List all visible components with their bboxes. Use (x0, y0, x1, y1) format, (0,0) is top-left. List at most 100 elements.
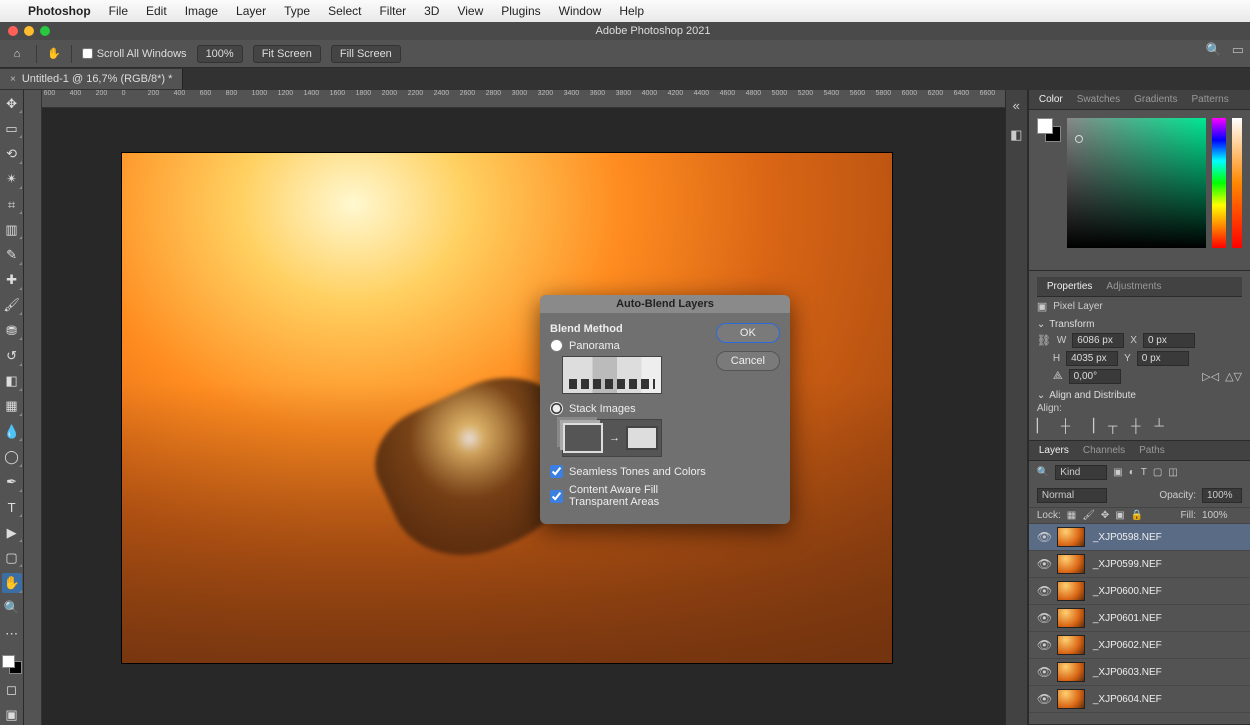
lock-brush-icon[interactable]: 🖌 (1082, 510, 1095, 521)
menu-edit[interactable]: Edit (146, 4, 167, 18)
dodge-tool[interactable]: ◯ (2, 447, 22, 466)
visibility-eye-icon[interactable]: 👁 (1037, 530, 1049, 544)
seamless-checkbox[interactable]: Seamless Tones and Colors (550, 465, 708, 478)
menu-layer[interactable]: Layer (236, 4, 266, 18)
menu-select[interactable]: Select (328, 4, 361, 18)
y-field[interactable]: 0 px (1137, 351, 1189, 366)
canvas-area[interactable]: 6004002000200400600800100012001400160018… (42, 90, 1005, 725)
layer-row[interactable]: 👁_XJP0598.NEF (1029, 524, 1250, 551)
traffic-close[interactable] (8, 26, 18, 36)
x-field[interactable]: 0 px (1143, 333, 1195, 348)
layer-row[interactable]: 👁_XJP0604.NEF (1029, 686, 1250, 713)
menu-plugins[interactable]: Plugins (501, 4, 540, 18)
layer-row[interactable]: 👁_XJP0601.NEF (1029, 605, 1250, 632)
align-right-icon[interactable]: ▕ (1084, 418, 1094, 434)
search-icon[interactable]: 🔍 (1206, 42, 1222, 58)
screenmode-icon[interactable]: ▣ (2, 706, 22, 725)
app-menu[interactable]: Photoshop (28, 4, 91, 18)
menu-filter[interactable]: Filter (379, 4, 406, 18)
visibility-eye-icon[interactable]: 👁 (1037, 638, 1049, 652)
tab-layers[interactable]: Layers (1039, 445, 1069, 456)
lock-position-icon[interactable]: ✥ (1101, 510, 1109, 521)
fill-field[interactable]: 100% (1202, 510, 1242, 521)
move-tool[interactable]: ✥ (2, 94, 22, 113)
cancel-button[interactable]: Cancel (716, 351, 780, 371)
visibility-eye-icon[interactable]: 👁 (1037, 692, 1049, 706)
gradient-tool[interactable]: ▦ (2, 397, 22, 416)
visibility-eye-icon[interactable]: 👁 (1037, 611, 1049, 625)
pen-tool[interactable]: ✒ (2, 473, 22, 492)
align-top-icon[interactable]: ┬ (1108, 418, 1117, 434)
edit-toolbar[interactable]: ⋯ (2, 624, 22, 643)
fg-bg-colors[interactable] (2, 655, 22, 674)
panel-icon[interactable]: ◧ (1010, 127, 1022, 143)
flip-v-icon[interactable]: △▽ (1225, 370, 1242, 383)
layer-row[interactable]: 👁_XJP0602.NEF (1029, 632, 1250, 659)
menu-file[interactable]: File (109, 4, 128, 18)
shape-tool[interactable]: ▢ (2, 548, 22, 567)
menu-image[interactable]: Image (185, 4, 218, 18)
layer-row[interactable]: 👁_XJP0600.NEF (1029, 578, 1250, 605)
layer-row[interactable]: 👁_XJP0603.NEF (1029, 659, 1250, 686)
content-aware-checkbox[interactable]: Content Aware Fill Transparent Areas (550, 484, 708, 508)
color-ramp[interactable] (1232, 118, 1242, 248)
filter-type-icon[interactable]: T (1141, 467, 1147, 478)
tab-adjustments[interactable]: Adjustments (1106, 281, 1161, 292)
align-bottom-icon[interactable]: ┴ (1155, 418, 1164, 434)
filter-shape-icon[interactable]: ▢ (1153, 467, 1162, 478)
layer-kind-select[interactable]: Kind (1055, 465, 1107, 480)
tab-swatches[interactable]: Swatches (1077, 94, 1120, 105)
traffic-max[interactable] (40, 26, 50, 36)
frame-tool[interactable]: ▥ (2, 220, 22, 239)
filter-pixel-icon[interactable]: ▣ (1113, 467, 1122, 478)
lock-artboard-icon[interactable]: ▣ (1115, 510, 1124, 521)
align-vcenter-icon[interactable]: ┼ (1131, 418, 1140, 434)
layer-row[interactable]: 👁_XJP0599.NEF (1029, 551, 1250, 578)
history-brush-tool[interactable]: ↺ (2, 346, 22, 365)
menu-type[interactable]: Type (284, 4, 310, 18)
visibility-eye-icon[interactable]: 👁 (1037, 557, 1049, 571)
eraser-tool[interactable]: ◧ (2, 372, 22, 391)
color-field[interactable] (1067, 118, 1206, 248)
menu-help[interactable]: Help (619, 4, 644, 18)
lock-pixels-icon[interactable]: ▦ (1067, 510, 1076, 521)
hue-slider[interactable] (1212, 118, 1226, 248)
angle-field[interactable]: 0,00° (1069, 369, 1121, 384)
wand-tool[interactable]: ✴ (2, 170, 22, 189)
align-hcenter-icon[interactable]: ┼ (1061, 418, 1070, 434)
marquee-tool[interactable]: ▭ (2, 119, 22, 138)
crop-tool[interactable]: ⌗ (2, 195, 22, 214)
align-section[interactable]: Align and Distribute (1037, 390, 1242, 401)
link-wh-icon[interactable]: ⛓ (1037, 334, 1051, 347)
width-field[interactable]: 6086 px (1072, 333, 1124, 348)
home-icon[interactable]: ⌂ (8, 48, 26, 60)
tab-paths[interactable]: Paths (1139, 445, 1165, 456)
panorama-radio[interactable]: Panorama (550, 339, 708, 352)
tab-patterns[interactable]: Patterns (1191, 94, 1228, 105)
stack-images-radio[interactable]: Stack Images (550, 402, 708, 415)
filter-smart-icon[interactable]: ◫ (1168, 467, 1177, 478)
tab-gradients[interactable]: Gradients (1134, 94, 1177, 105)
lock-all-icon[interactable]: 🔒 (1131, 510, 1143, 521)
hand-tool-icon[interactable]: ✋ (47, 47, 61, 60)
brush-tool[interactable]: 🖌 (2, 296, 22, 315)
filter-adjust-icon[interactable]: ◐ (1129, 467, 1135, 478)
menu-3d[interactable]: 3D (424, 4, 439, 18)
heal-tool[interactable]: ✚ (2, 271, 22, 290)
menu-window[interactable]: Window (559, 4, 602, 18)
fill-screen-button[interactable]: Fill Screen (331, 45, 401, 63)
close-tab-icon[interactable]: × (10, 74, 16, 85)
blur-tool[interactable]: 💧 (2, 422, 22, 441)
eyedropper-tool[interactable]: ✎ (2, 245, 22, 264)
hand-tool[interactable]: ✋ (2, 573, 22, 592)
flip-h-icon[interactable]: ▷◁ (1202, 370, 1219, 383)
align-left-icon[interactable]: ▏ (1037, 418, 1047, 434)
traffic-min[interactable] (24, 26, 34, 36)
tab-channels[interactable]: Channels (1083, 445, 1125, 456)
document-tab[interactable]: × Untitled-1 @ 16,7% (RGB/8*) * (0, 69, 183, 89)
zoom-tool[interactable]: 🔍 (2, 599, 22, 618)
height-field[interactable]: 4035 px (1066, 351, 1118, 366)
expand-panels-icon[interactable]: « (1013, 98, 1020, 113)
zoom-level-button[interactable]: 100% (197, 45, 243, 63)
fit-screen-button[interactable]: Fit Screen (253, 45, 321, 63)
